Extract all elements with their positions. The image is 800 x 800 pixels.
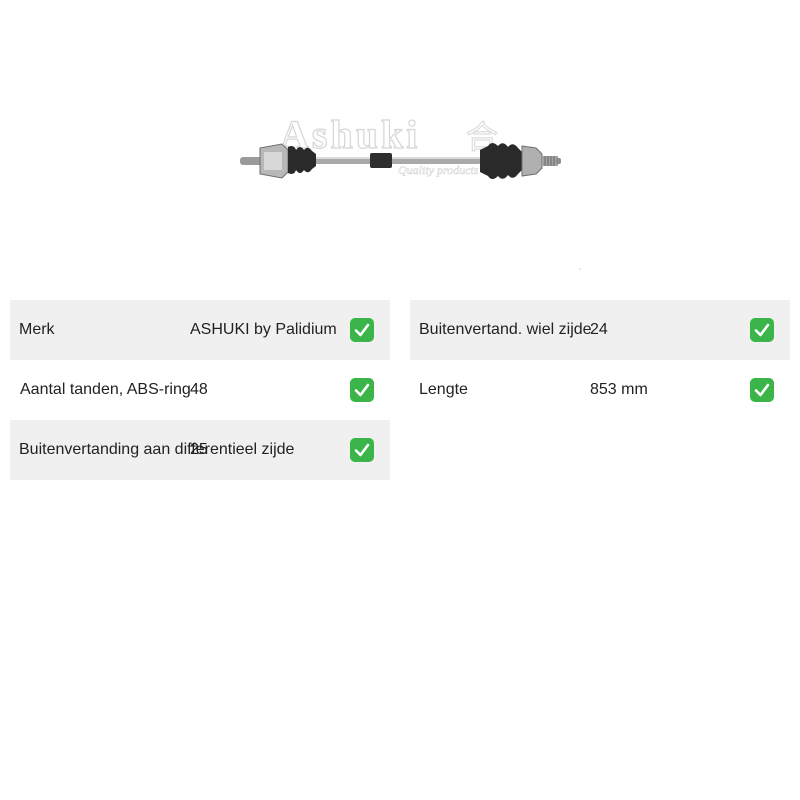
spec-row-wiel-zijde: Buitenvertand. wiel zijde 24 xyxy=(410,300,790,360)
image-artifact xyxy=(579,268,581,270)
check-icon xyxy=(750,378,774,402)
spec-value: 48 xyxy=(190,381,208,398)
spec-value: 853 mm xyxy=(590,381,648,398)
spec-table-right: Buitenvertand. wiel zijde 24 Lengte 853 … xyxy=(410,300,790,420)
spec-value: 25 xyxy=(190,441,208,458)
spec-row-differentieel: Buitenvertanding aan differentieel zijde… xyxy=(10,420,390,480)
check-icon xyxy=(350,438,374,462)
check-icon xyxy=(350,318,374,342)
spec-value: 24 xyxy=(590,321,608,338)
spec-label: Lengte xyxy=(419,381,468,398)
check-icon xyxy=(350,378,374,402)
spec-label: Buitenvertanding aan differentieel zijde xyxy=(19,441,295,458)
check-icon xyxy=(750,318,774,342)
spec-row-abs-ring: Aantal tanden, ABS-ring 48 xyxy=(10,360,390,420)
spec-table-left: Merk ASHUKI by Palidium Aantal tanden, A… xyxy=(10,300,390,480)
svg-text:Quality products: Quality products xyxy=(398,163,479,177)
spec-row-lengte: Lengte 853 mm xyxy=(410,360,790,420)
spec-label: Merk xyxy=(19,321,55,338)
spec-label: Buitenvertand. wiel zijde xyxy=(419,321,592,338)
drive-shaft-image: Ashuki 合 Quality products xyxy=(230,100,570,210)
spec-label: Aantal tanden, ABS-ring xyxy=(20,381,191,398)
spec-value: ASHUKI by Palidium xyxy=(190,321,337,338)
spec-row-merk: Merk ASHUKI by Palidium xyxy=(10,300,390,360)
